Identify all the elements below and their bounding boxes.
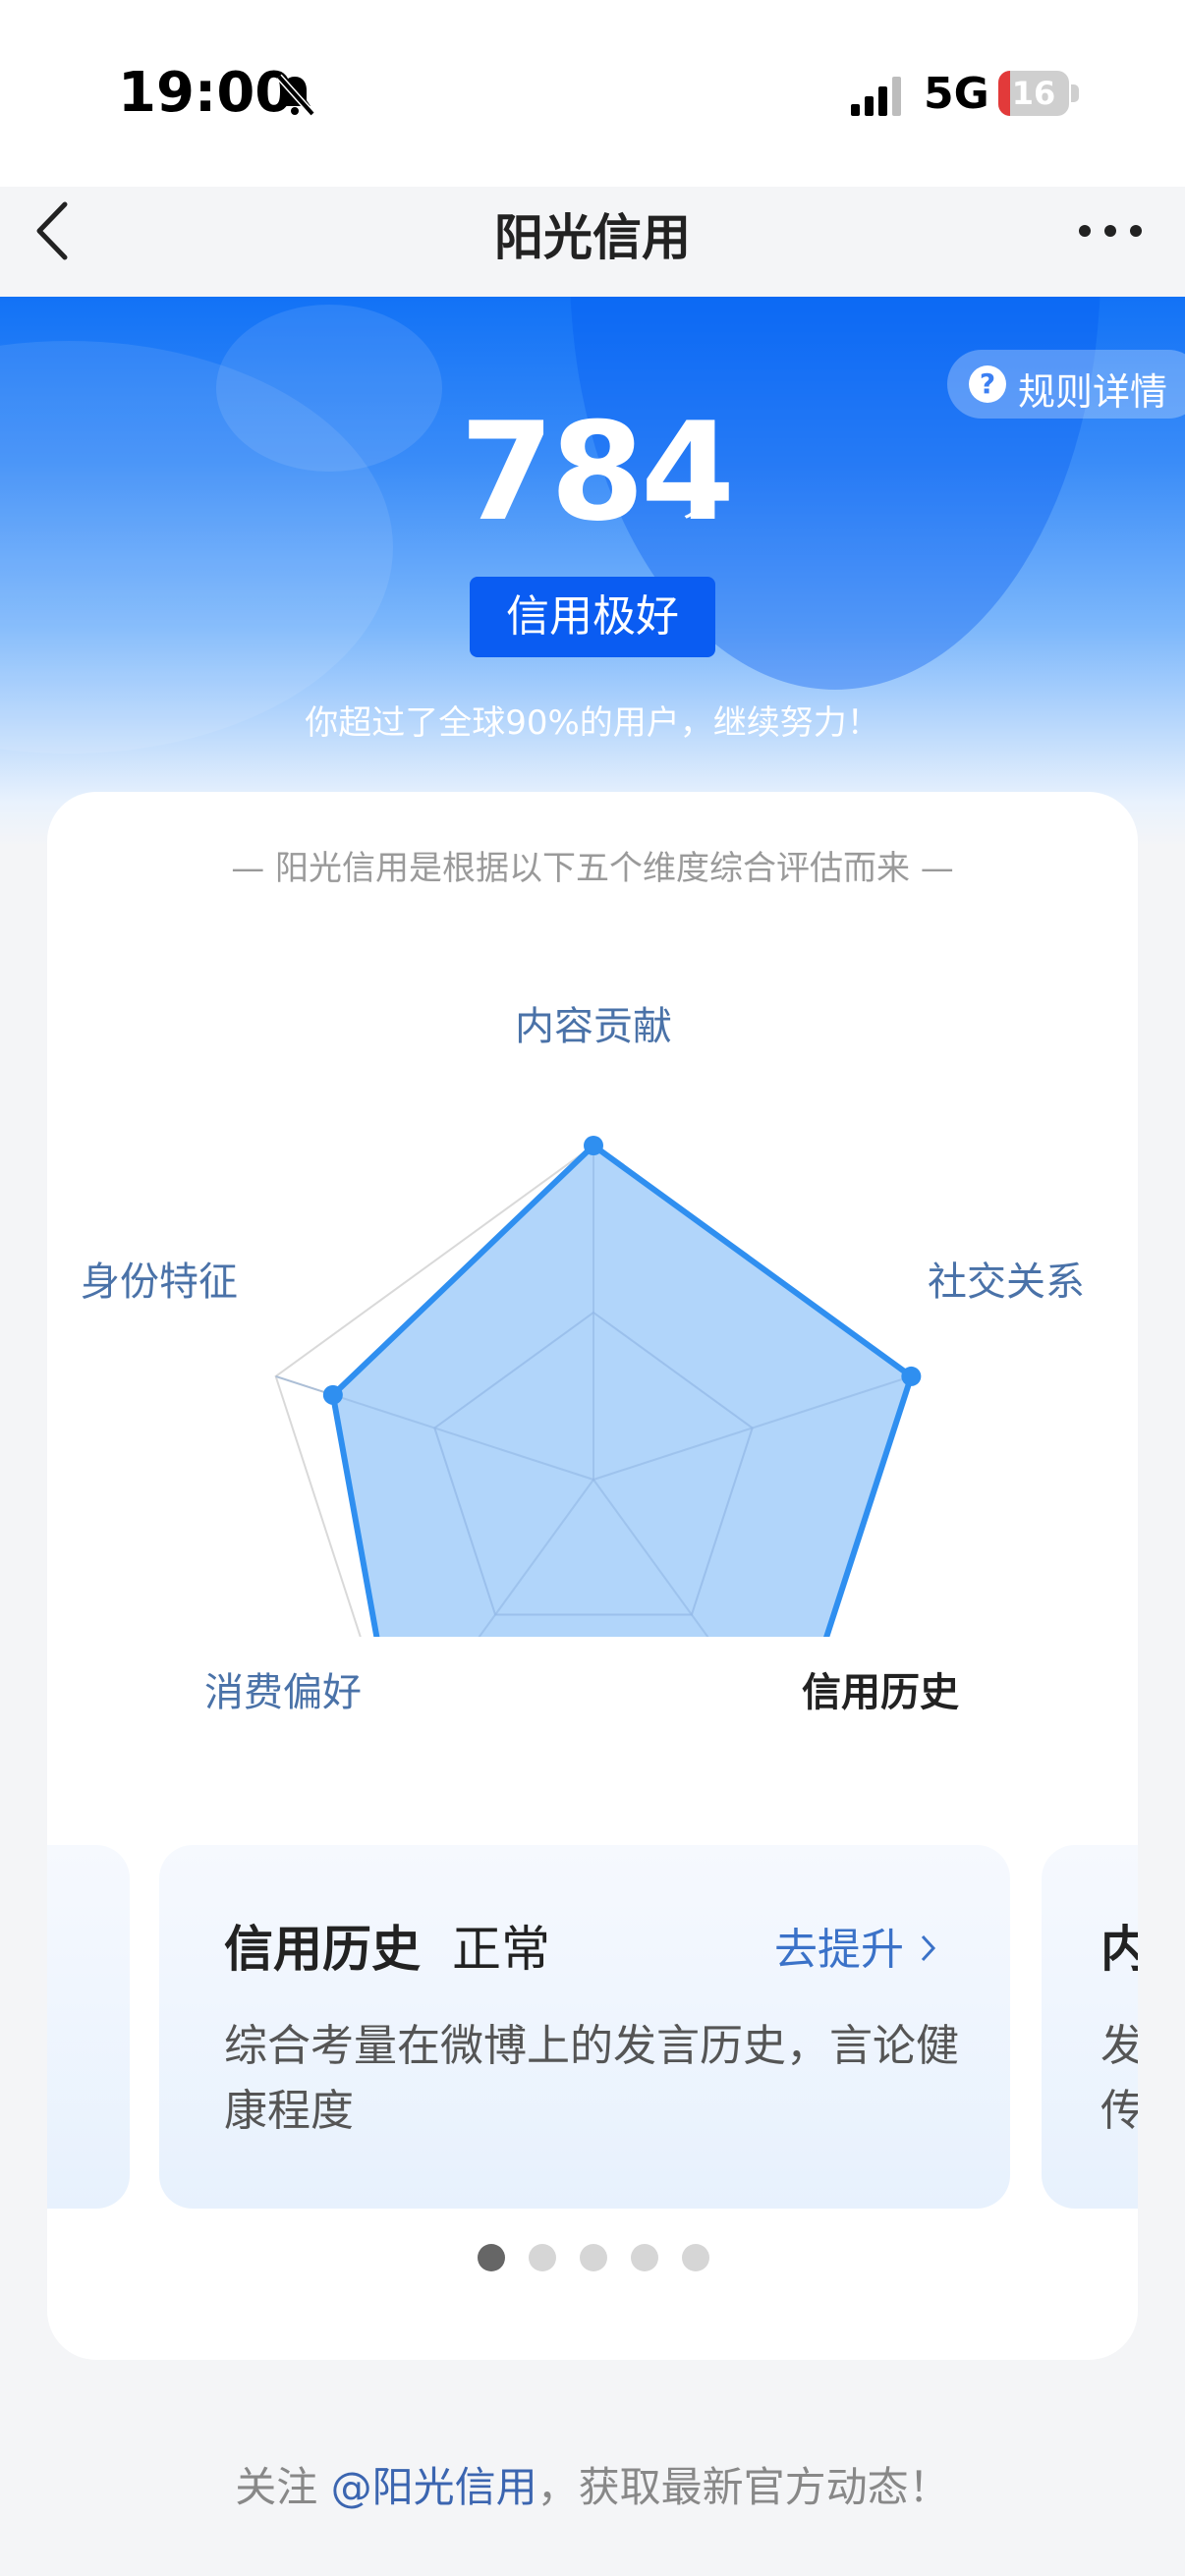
pager-dot[interactable] — [478, 2244, 505, 2271]
credit-level-badge: 信用极好 — [470, 577, 715, 657]
page-title: 阳光信用 — [494, 209, 691, 266]
panel-description: 综合考量在微博上的发言历史，言论健康程度 — [224, 2021, 959, 2136]
pager-dot[interactable] — [682, 2244, 709, 2271]
credit-dimensions-card: — 阳光信用是根据以下五个维度综合评估而来 — 内容贡献 社交关系 信用历史 消… — [47, 792, 1138, 2360]
radar-point-4 — [322, 1384, 343, 1405]
follow-link[interactable]: @阳光信用 — [331, 2463, 537, 2511]
battery-icon: 16 — [998, 71, 1079, 116]
improve-link[interactable]: 去提升 — [774, 1914, 939, 1977]
pager-dot[interactable] — [580, 2244, 607, 2271]
rules-detail-button[interactable]: ? 规则详情 — [947, 350, 1185, 419]
status-bar: 19:00 5G 16 — [0, 0, 1185, 187]
radar-point-0 — [584, 1136, 603, 1155]
network-type: 5G — [924, 69, 989, 119]
dim-label-identity[interactable]: 身份特征 — [81, 1250, 238, 1307]
question-icon: ? — [969, 365, 1006, 403]
card-header: — 阳光信用是根据以下五个维度综合评估而来 — — [231, 849, 954, 888]
rank-text: 你超过了全球90%的用户，继续努力！ — [305, 703, 880, 743]
dimension-panel-prev[interactable] — [47, 1845, 130, 2209]
dimension-panel-next[interactable]: 内 发 传 — [1042, 1845, 1138, 2209]
pager-dot[interactable] — [631, 2244, 658, 2271]
clock-time: 19:00 — [118, 61, 294, 125]
radar-data-area — [329, 1143, 915, 1637]
dim-label-content[interactable]: 内容贡献 — [515, 994, 672, 1051]
pager-dot[interactable] — [529, 2244, 556, 2271]
dim-label-history[interactable]: 信用历史 — [802, 1660, 959, 1717]
battery-percent: 16 — [1011, 75, 1056, 112]
cellular-signal-icon — [851, 77, 901, 116]
panel-status: 正常 — [452, 1921, 550, 1978]
chevron-right-icon — [921, 1934, 936, 1962]
score-unit: 分 — [682, 479, 721, 525]
dim-label-consumption[interactable]: 消费偏好 — [204, 1660, 362, 1717]
panel-title: 信用历史 — [224, 1921, 421, 1978]
rules-detail-label: 规则详情 — [1018, 370, 1168, 414]
footer-note: 关注 @阳光信用，获取最新官方动态！ — [235, 2463, 950, 2511]
bell-muted-icon — [276, 74, 315, 117]
radar-point-1 — [901, 1366, 922, 1386]
carousel-pager[interactable] — [478, 2244, 713, 2273]
dimension-panel-current[interactable]: 信用历史 正常 去提升 综合考量在微博上的发言历史，言论健康程度 — [159, 1845, 1010, 2209]
next-panel-title: 内 — [1100, 1921, 1138, 1978]
next-panel-desc: 发 传 — [1100, 2021, 1138, 2136]
improve-link-label: 去提升 — [774, 1925, 904, 1975]
dim-label-social[interactable]: 社交关系 — [928, 1250, 1085, 1307]
score-hero: ? 规则详情 784 分 信用极好 你超过了全球90%的用户，继续努力！ — [0, 297, 1185, 847]
more-options-icon[interactable] — [1071, 206, 1150, 255]
